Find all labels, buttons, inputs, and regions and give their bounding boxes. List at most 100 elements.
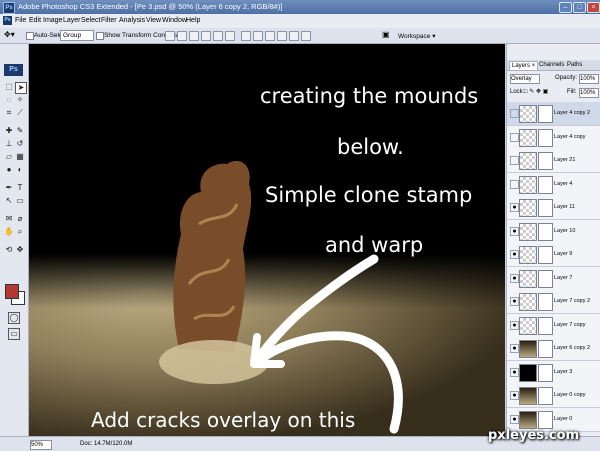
visibility-eye-icon[interactable]: ● — [510, 226, 519, 236]
visibility-eye-icon[interactable] — [510, 109, 519, 118]
align-right-icon[interactable] — [225, 31, 235, 41]
auto-select-checkbox[interactable] — [26, 32, 34, 40]
brush-tool-icon[interactable]: ✎ — [15, 126, 25, 136]
distribute-vcenter-icon[interactable] — [253, 31, 263, 41]
align-bottom-icon[interactable] — [189, 31, 199, 41]
menu-analysis[interactable]: Analysis — [119, 17, 145, 24]
3d-pan-icon[interactable]: ✥ — [15, 245, 25, 255]
show-transform-checkbox[interactable] — [96, 32, 104, 40]
workspace-icon[interactable]: ▣ — [382, 30, 390, 39]
lock-icons[interactable]: □ ✎ ✥ ▣ — [524, 88, 548, 95]
history-brush-icon[interactable]: ↺ — [15, 139, 25, 149]
layer-row[interactable]: ● Layer 7 copy 2 — [507, 290, 600, 314]
visibility-eye-icon[interactable]: ● — [510, 273, 519, 283]
foreground-color-swatch[interactable] — [5, 284, 19, 299]
layer-row[interactable]: ● Layer 11 — [507, 196, 600, 220]
menu-window[interactable]: Window — [162, 17, 187, 24]
title-bar: Ps Adobe Photoshop CS3 Extended - [Pe 3.… — [0, 0, 600, 14]
shape-tool-icon[interactable]: ▭ — [15, 196, 25, 206]
marquee-tool-icon[interactable]: ⬚ — [4, 82, 14, 92]
maximize-button[interactable]: □ — [573, 2, 586, 13]
layer-row[interactable]: Layer 4 copy — [507, 125, 600, 150]
layer-row[interactable]: ● Layer 3 — [507, 360, 600, 385]
distribute-bottom-icon[interactable] — [265, 31, 275, 41]
align-top-icon[interactable] — [165, 31, 175, 41]
layer-row[interactable]: ● Layer 9 — [507, 243, 600, 267]
menu-image[interactable]: Image — [43, 17, 62, 24]
photoshop-logo: Ps — [4, 64, 23, 76]
zoom-tool-icon[interactable]: ⌕ — [15, 227, 25, 237]
visibility-eye-icon[interactable]: ● — [510, 344, 519, 353]
distribute-top-icon[interactable] — [241, 31, 251, 41]
visibility-eye-icon[interactable]: ● — [510, 250, 519, 259]
eyedropper-icon[interactable]: ⌀ — [15, 214, 25, 224]
visibility-eye-icon[interactable]: ● — [510, 203, 519, 212]
move-tool-icon[interactable]: ✥▾ — [4, 30, 15, 39]
visibility-eye-icon[interactable]: ● — [510, 320, 519, 330]
layer-row[interactable]: ● Layer 7 copy — [507, 313, 600, 338]
layer-mask-thumbnail — [538, 387, 553, 405]
eraser-tool-icon[interactable]: ▱ — [4, 152, 14, 162]
zoom-field[interactable]: 50% — [30, 440, 52, 450]
opacity-field[interactable]: 100% — [579, 74, 599, 84]
distribute-right-icon[interactable] — [301, 31, 311, 41]
layer-row[interactable]: Layer 4 copy 2 — [507, 102, 600, 126]
tab-layers[interactable]: Layers × — [509, 61, 539, 70]
lasso-tool-icon[interactable]: ◌ — [4, 95, 14, 105]
align-hcenter-icon[interactable] — [213, 31, 223, 41]
workspace-button[interactable]: Workspace ▾ — [398, 32, 435, 40]
visibility-eye-icon[interactable] — [510, 179, 519, 189]
menu-edit[interactable]: Edit — [29, 17, 41, 24]
dodge-tool-icon[interactable]: ◐ — [15, 165, 25, 175]
quick-mask-icon[interactable]: ◯ — [8, 312, 20, 324]
crop-tool-icon[interactable]: ⌗ — [4, 108, 14, 118]
clone-stamp-icon[interactable]: ⊥ — [4, 139, 14, 149]
path-select-icon[interactable]: ↖ — [4, 196, 14, 206]
3d-rotate-icon[interactable]: ⟲ — [4, 245, 14, 255]
layer-row[interactable]: ● Layer 0 copy — [507, 384, 600, 408]
layer-row[interactable]: Layer 21 — [507, 149, 600, 173]
minimize-button[interactable]: – — [559, 2, 572, 13]
distribute-left-icon[interactable] — [277, 31, 287, 41]
menu-layer[interactable]: Layer — [63, 17, 81, 24]
align-left-icon[interactable] — [201, 31, 211, 41]
fill-field[interactable]: 100% — [579, 88, 599, 98]
menu-file[interactable]: File — [15, 17, 26, 24]
gradient-tool-icon[interactable]: ▦ — [15, 152, 25, 162]
visibility-eye-icon[interactable]: ● — [510, 297, 519, 306]
tab-channels[interactable]: Channels — [537, 61, 566, 69]
pen-tool-icon[interactable]: ✒ — [4, 183, 14, 193]
screen-mode-icon[interactable]: ▭ — [8, 328, 20, 340]
layer-row[interactable]: ● Layer 7 — [507, 266, 600, 291]
visibility-eye-icon[interactable] — [510, 132, 519, 142]
tab-paths[interactable]: Paths — [565, 61, 584, 69]
notes-tool-icon[interactable]: ✉ — [4, 214, 14, 224]
type-tool-icon[interactable]: T — [15, 183, 25, 193]
blend-mode-dropdown[interactable]: Overlay — [510, 74, 540, 84]
distribute-hcenter-icon[interactable] — [289, 31, 299, 41]
ps-menu-icon[interactable]: Ps — [3, 16, 12, 25]
blur-tool-icon[interactable]: ● — [4, 165, 14, 175]
layer-row[interactable]: ● Layer 6 copy 2 — [507, 337, 600, 361]
visibility-eye-icon[interactable]: ● — [510, 367, 519, 377]
healing-brush-icon[interactable]: ✚ — [4, 126, 14, 136]
slice-tool-icon[interactable]: ⟋ — [15, 108, 25, 118]
menu-filter[interactable]: Filter — [101, 17, 117, 24]
menu-help[interactable]: Help — [186, 17, 200, 24]
opacity-label: Opacity: — [555, 75, 578, 81]
close-button[interactable]: × — [587, 2, 600, 13]
hand-tool-icon[interactable]: ✋ — [4, 227, 14, 237]
magic-wand-icon[interactable]: ✧ — [15, 95, 25, 105]
move-tool-icon-selected[interactable]: ➤ — [15, 82, 27, 94]
layer-row[interactable]: ● Layer 10 — [507, 219, 600, 244]
menu-select[interactable]: Select — [81, 17, 100, 24]
document-canvas[interactable]: creating the mounds below. Simple clone … — [29, 44, 505, 436]
menu-view[interactable]: View — [146, 17, 161, 24]
visibility-eye-icon[interactable] — [510, 156, 519, 165]
layer-row[interactable]: Layer 4 — [507, 172, 600, 197]
visibility-eye-icon[interactable]: ● — [510, 391, 519, 400]
align-vcenter-icon[interactable] — [177, 31, 187, 41]
visibility-eye-icon[interactable]: ● — [510, 414, 519, 424]
auto-select-dropdown[interactable]: Group — [60, 30, 94, 41]
lock-label: Lock: — [510, 89, 525, 95]
